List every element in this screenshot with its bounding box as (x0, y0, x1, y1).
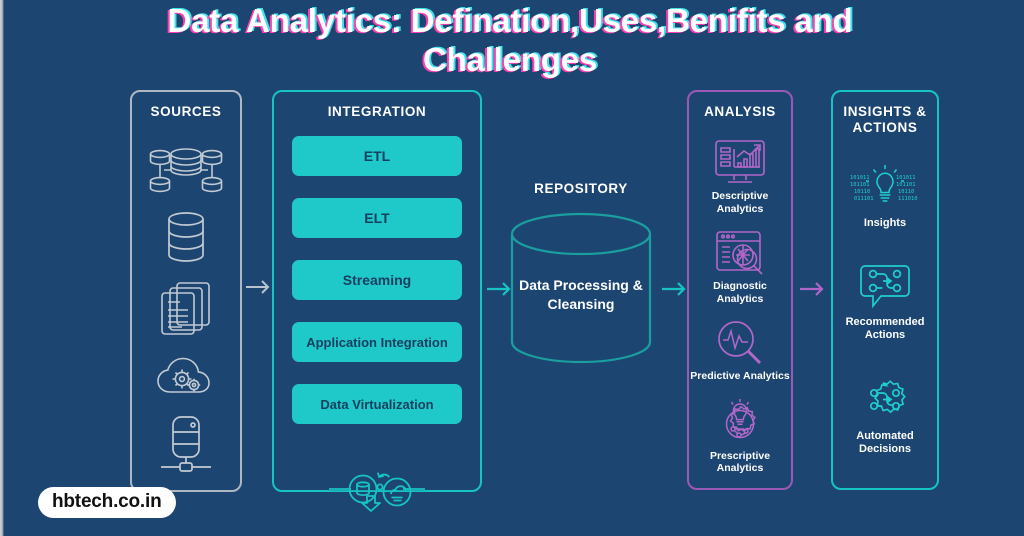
database-icon (163, 210, 209, 264)
sources-column: SOURCES (130, 90, 242, 492)
analysis-heading: ANALYSIS (704, 104, 776, 119)
insights-label-recommended-actions: Recommended Actions (845, 315, 925, 341)
pulse-magnifier-icon (715, 319, 765, 367)
integration-heading: INTEGRATION (327, 104, 427, 119)
arrow-analysis-to-insights (800, 280, 826, 298)
insights-label-automated-decisions: Automated Decisions (856, 430, 914, 456)
distributed-databases-icon (148, 144, 224, 194)
monitor-chart-icon (712, 137, 768, 187)
svg-text:101011: 101011 (896, 175, 915, 181)
svg-text:101101: 101101 (850, 182, 869, 188)
analysis-column: ANALYSIS Descriptive Analytics Diagnosti… (687, 90, 793, 490)
analysis-label-prescriptive: Prescriptive Analytics (709, 449, 771, 475)
insights-heading-line2: ACTIONS (852, 120, 918, 136)
svg-text:011101: 011101 (854, 196, 873, 202)
analysis-item-list: Descriptive Analytics Diagnostic Analyti… (689, 130, 791, 482)
integration-column: INTEGRATION ETL ELT Streaming Applicatio… (272, 90, 482, 512)
page-title: Data Analytics: Defination,Uses,Benifits… (167, 2, 853, 78)
analysis-label-predictive: Predictive Analytics (690, 370, 790, 383)
analysis-label-diagnostic: Diagnostic Analytics (713, 280, 767, 305)
left-edge-strip (0, 0, 4, 536)
cloud-gears-icon (155, 352, 217, 398)
arrow-repository-to-analysis (662, 280, 688, 298)
repository-label: Data Processing & Cleansing (519, 277, 643, 312)
sources-icon-list (132, 136, 240, 482)
insights-heading: INSIGHTS & ACTIONS (833, 104, 937, 137)
insights-column: INSIGHTS & ACTIONS 101011 101101 10110 0… (831, 90, 939, 490)
arrow-sources-to-integration (246, 278, 272, 296)
sources-heading: SOURCES (150, 104, 222, 119)
svg-text:111010: 111010 (898, 196, 917, 202)
analysis-label-descriptive: Descriptive Analytics (711, 189, 769, 215)
gear-bulb-icon (713, 397, 767, 447)
insights-item-list: 101011 101101 10110 011101 101011 101101… (833, 144, 937, 472)
server-node-icon (158, 414, 214, 474)
documents-icon (159, 280, 213, 336)
analysis-item-descriptive[interactable]: Descriptive Analytics (689, 137, 791, 215)
analysis-item-prescriptive[interactable]: Prescriptive Analytics (689, 397, 791, 475)
gear-flow-icon (858, 373, 912, 425)
svg-text:101011: 101011 (850, 175, 869, 181)
watermark: hbtech.co.in (38, 487, 176, 518)
insights-label-insights: Insights (863, 216, 907, 229)
bulb-binary-icon: 101011 101101 10110 011101 101011 101101… (848, 160, 922, 212)
integration-pill-application-integration[interactable]: Application Integration (292, 322, 462, 362)
data-migration-icon (329, 464, 425, 516)
svg-text:101101: 101101 (896, 182, 915, 188)
repository-heading: REPOSITORY (534, 181, 628, 196)
analysis-item-diagnostic[interactable]: Diagnostic Analytics (689, 229, 791, 305)
analysis-item-predictive[interactable]: Predictive Analytics (690, 319, 790, 383)
integration-pill-data-virtualization[interactable]: Data Virtualization (292, 384, 462, 424)
integration-pill-elt[interactable]: ELT (292, 198, 462, 238)
insights-item-insights[interactable]: 101011 101101 10110 011101 101011 101101… (848, 160, 922, 230)
speech-flow-icon (859, 261, 911, 311)
integration-pill-list: ETL ELT Streaming Application Integratio… (292, 136, 462, 424)
svg-text:10110: 10110 (854, 189, 870, 195)
infographic-canvas: Data Analytics: Defination,Uses,Benifits… (0, 0, 1024, 536)
insights-item-recommended-actions[interactable]: Recommended Actions (833, 261, 937, 342)
integration-pill-streaming[interactable]: Streaming (292, 260, 462, 300)
insights-item-automated-decisions[interactable]: Automated Decisions (833, 373, 937, 456)
insights-heading-line1: INSIGHTS & (843, 104, 927, 119)
svg-text:10110: 10110 (898, 189, 914, 195)
dashboard-magnifier-icon (714, 229, 766, 277)
integration-pill-etl[interactable]: ETL (292, 136, 462, 176)
